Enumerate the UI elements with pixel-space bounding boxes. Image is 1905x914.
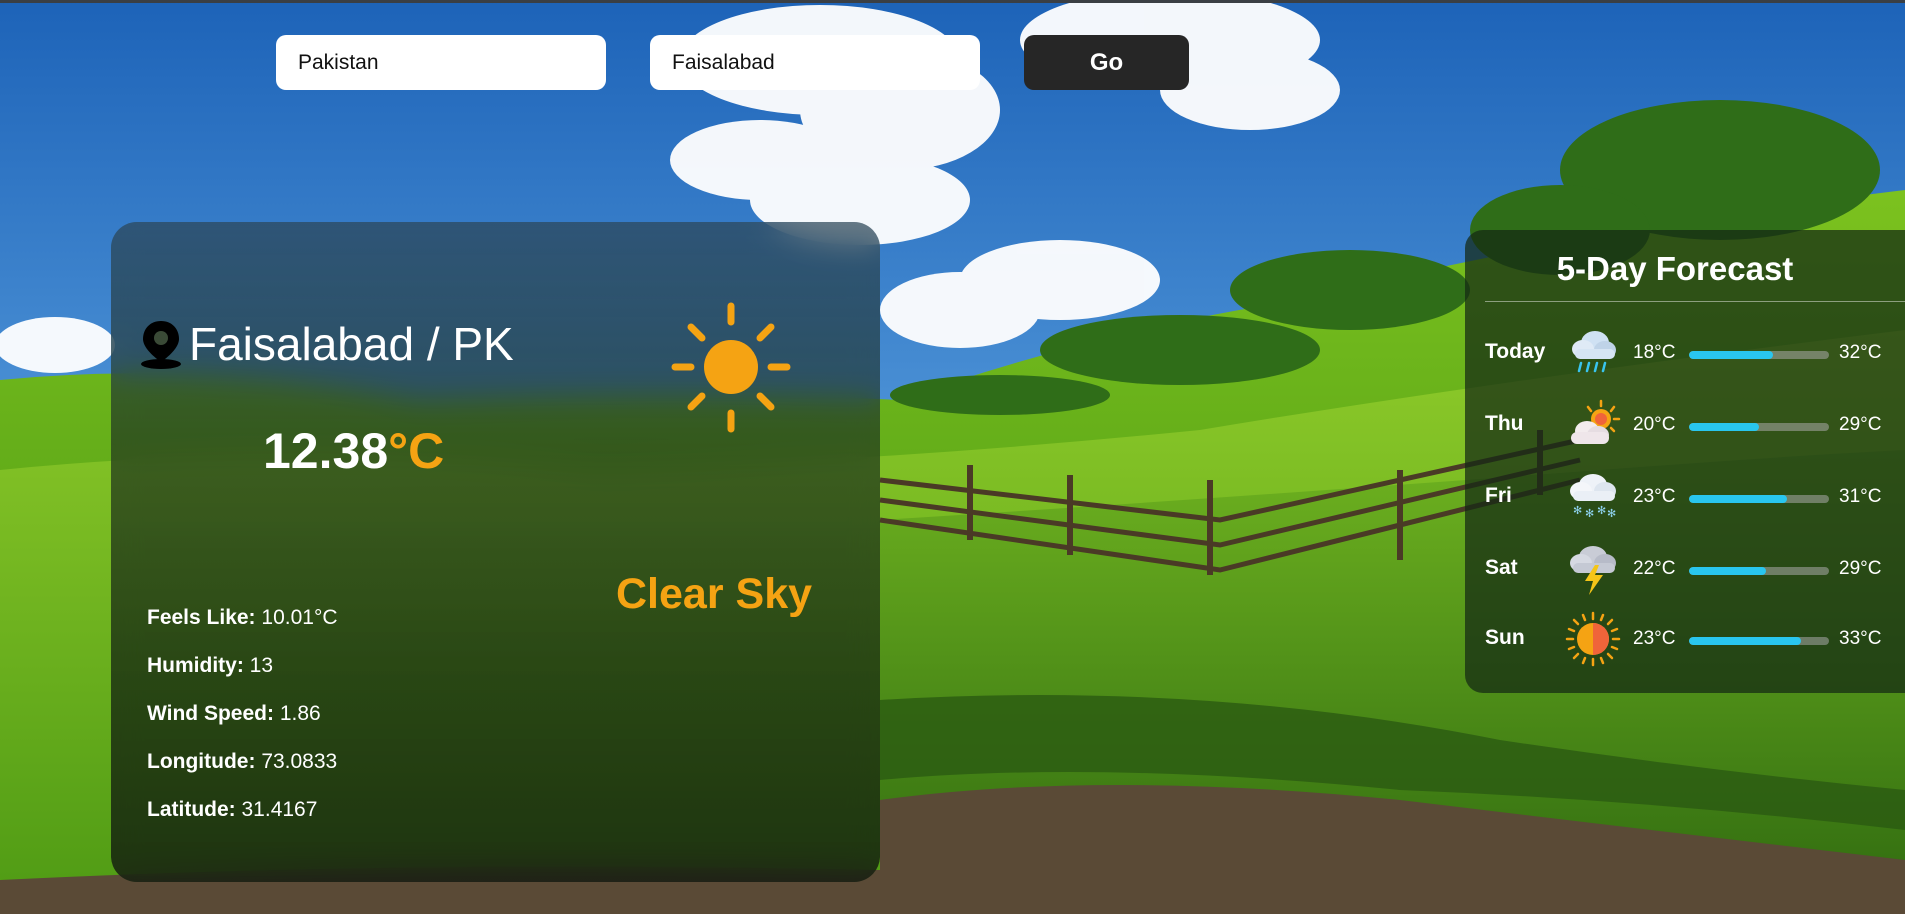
forecast-row: Fri ✻ ✻ ✻ ✻ 23°C 31°C <box>1465 466 1905 526</box>
location: Faisalabad / PK <box>137 317 514 371</box>
longitude-row: Longitude: 73.0833 <box>147 750 338 798</box>
forecast-low: 23°C <box>1633 486 1676 507</box>
forecast-day: Thu <box>1485 412 1524 435</box>
forecast-row: Today 18°C 32°C <box>1465 322 1905 382</box>
forecast-low: 20°C <box>1633 414 1676 435</box>
temp-range-bar <box>1689 495 1829 503</box>
detail-label: Latitude: <box>147 798 236 821</box>
forecast-day: Today <box>1485 340 1546 363</box>
forecast-row: Sat 22°C 29°C <box>1465 538 1905 598</box>
country-input[interactable] <box>276 35 606 90</box>
current-weather-card: Faisalabad / PK 12.38°C Clear Sky Feels … <box>111 222 880 882</box>
temp-range-fill <box>1689 351 1773 359</box>
humidity-row: Humidity: 13 <box>147 654 338 702</box>
forecast-day: Sat <box>1485 556 1518 579</box>
forecast-card: 5-Day Forecast Today 18°C 32°C Thu 20°C … <box>1465 230 1905 693</box>
temp-range-fill <box>1689 495 1787 503</box>
current-temperature: 12.38°C <box>263 422 444 480</box>
forecast-low: 18°C <box>1633 342 1676 363</box>
temp-range-bar <box>1689 423 1829 431</box>
temp-range-fill <box>1689 637 1801 645</box>
top-border <box>0 0 1905 3</box>
detail-value: 13 <box>249 654 274 677</box>
forecast-low: 22°C <box>1633 558 1676 579</box>
svg-text:✻: ✻ <box>1573 504 1582 517</box>
temp-range-bar <box>1689 351 1829 359</box>
forecast-high: 33°C <box>1839 628 1882 649</box>
forecast-high: 32°C <box>1839 342 1882 363</box>
thunder-cloud-icon <box>1570 546 1616 595</box>
detail-label: Feels Like: <box>147 606 256 629</box>
detail-label: Wind Speed: <box>147 702 274 725</box>
snow-cloud-icon: ✻ ✻ ✻ ✻ <box>1570 474 1616 520</box>
temperature-value: 12.38 <box>263 423 389 479</box>
location-label: Faisalabad / PK <box>189 318 514 370</box>
detail-value: 1.86 <box>279 702 321 725</box>
temp-range-bar <box>1689 637 1829 645</box>
svg-text:✻: ✻ <box>1597 504 1606 517</box>
temp-range-fill <box>1689 567 1766 575</box>
forecast-high: 31°C <box>1839 486 1882 507</box>
detail-label: Humidity: <box>147 654 244 677</box>
sun-icon <box>1565 611 1621 667</box>
rain-cloud-icon <box>1572 331 1616 373</box>
go-button[interactable]: Go <box>1024 35 1189 90</box>
forecast-high: 29°C <box>1839 558 1882 579</box>
feels-like-row: Feels Like: 10.01°C <box>147 606 338 654</box>
detail-label: Longitude: <box>147 750 256 773</box>
svg-text:✻: ✻ <box>1607 507 1616 520</box>
forecast-low: 23°C <box>1633 628 1676 649</box>
svg-text:✻: ✻ <box>1585 507 1594 520</box>
forecast-high: 29°C <box>1839 414 1882 435</box>
map-pin-icon <box>141 321 181 369</box>
forecast-title: 5-Day Forecast <box>1556 250 1794 287</box>
detail-value: 10.01°C <box>261 606 338 629</box>
temperature-unit: °C <box>388 423 445 479</box>
condition-label: Clear Sky <box>616 570 813 618</box>
weather-details: Feels Like: 10.01°C Humidity: 13 Wind Sp… <box>147 606 338 846</box>
detail-value: 31.4167 <box>241 798 318 821</box>
detail-value: 73.0833 <box>261 750 338 773</box>
forecast-day: Fri <box>1485 484 1512 507</box>
sun-behind-cloud-icon <box>1571 399 1621 444</box>
temp-range-fill <box>1689 423 1759 431</box>
wind-speed-row: Wind Speed: 1.86 <box>147 702 338 750</box>
temp-range-bar <box>1689 567 1829 575</box>
latitude-row: Latitude: 31.4167 <box>147 798 338 846</box>
forecast-row: Thu 20°C 29°C <box>1465 394 1905 454</box>
forecast-row: Sun 23°C 33°C <box>1465 608 1905 668</box>
forecast-day: Sun <box>1485 626 1525 649</box>
sun-icon <box>671 302 791 433</box>
city-input[interactable] <box>650 35 980 90</box>
divider <box>1485 301 1905 302</box>
